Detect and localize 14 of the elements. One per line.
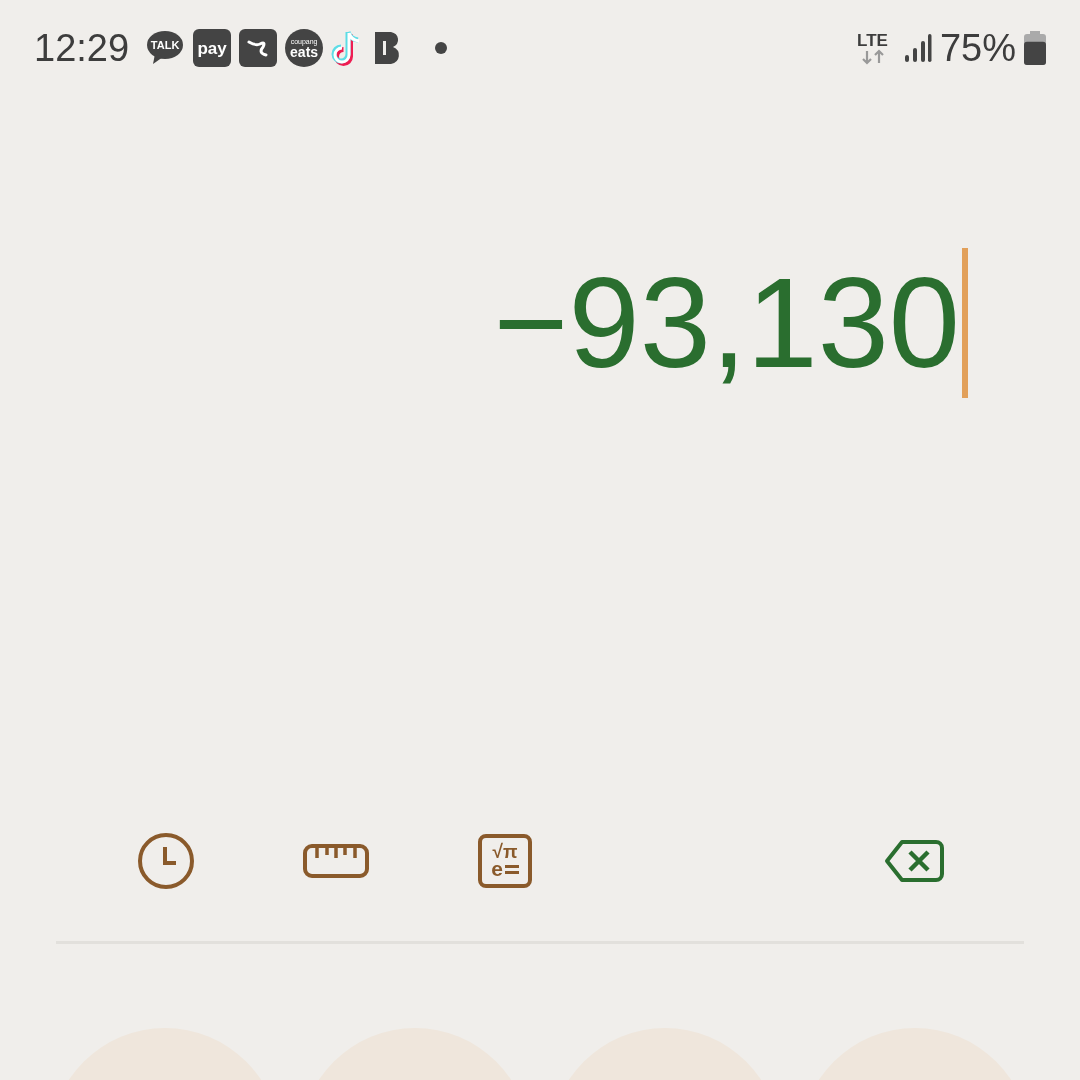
pay-icon: pay xyxy=(193,29,232,67)
dot-icon xyxy=(435,42,448,54)
display-value: −93,130 xyxy=(493,259,960,387)
ruler-icon[interactable] xyxy=(303,844,369,878)
math-symbols-icon[interactable]: √π e xyxy=(478,834,532,888)
network-type: LTE xyxy=(857,31,888,49)
backspace-icon[interactable] xyxy=(884,839,944,883)
clock-icon[interactable] xyxy=(136,831,196,891)
battery-icon xyxy=(1024,31,1046,65)
battery-percent: 75% xyxy=(939,25,1016,71)
signal-icon xyxy=(903,33,932,63)
e-logo-icon xyxy=(239,29,278,67)
clock-time: 12:29 xyxy=(34,25,130,71)
data-arrows-icon xyxy=(859,48,886,65)
